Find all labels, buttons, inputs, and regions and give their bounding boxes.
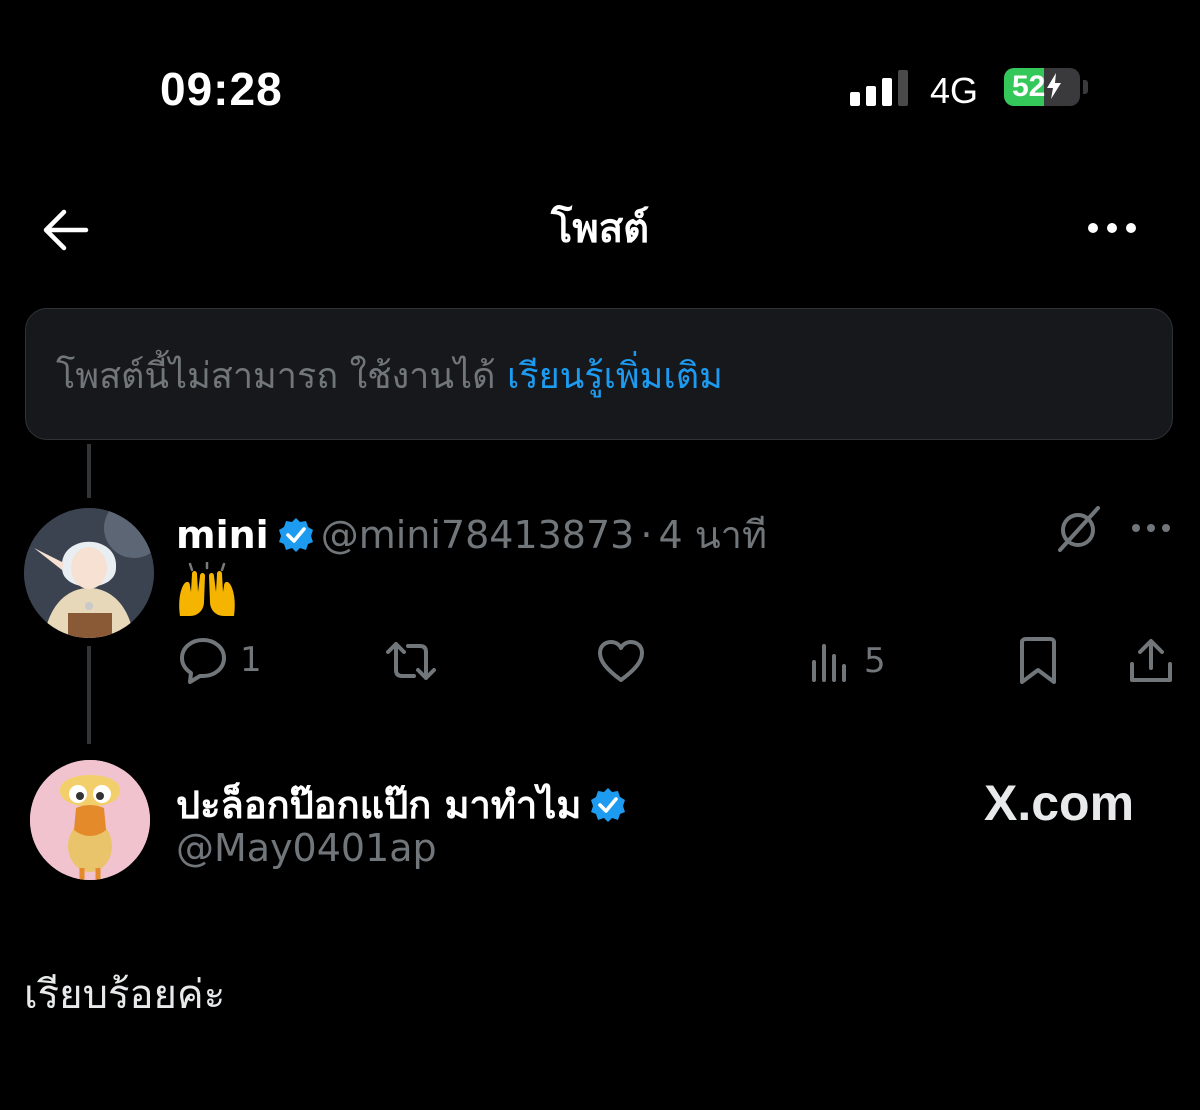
reply-display-name[interactable]: mini bbox=[176, 513, 269, 557]
reply-timestamp[interactable]: 4 นาที bbox=[658, 513, 767, 557]
avatar-image bbox=[30, 760, 150, 880]
back-button[interactable] bbox=[36, 202, 96, 258]
page-title: โพสต์ bbox=[550, 206, 650, 252]
heart-icon bbox=[598, 640, 644, 682]
bookmark-icon bbox=[1020, 637, 1056, 684]
reply-icon bbox=[180, 638, 226, 684]
avatar-may0401ap[interactable] bbox=[30, 760, 150, 880]
reply-action[interactable]: 1 bbox=[178, 636, 262, 684]
analytics-icon bbox=[812, 644, 846, 682]
cellular-signal-icon bbox=[850, 70, 912, 106]
reply-count: 1 bbox=[240, 640, 262, 680]
battery-icon: 52 bbox=[1004, 68, 1080, 106]
thread-line-top bbox=[87, 444, 91, 498]
retweet-action[interactable] bbox=[384, 638, 450, 684]
post-unavailable-notice: โพสต์นี้ไม่สามารถ ใช้งานได้ เรียนรู้เพิ่… bbox=[25, 308, 1173, 440]
status-time: 09:28 bbox=[160, 63, 283, 115]
battery-level: 52 bbox=[1004, 68, 1080, 106]
separator-dot: · bbox=[640, 513, 653, 557]
ellipsis-icon bbox=[1088, 223, 1136, 233]
reply-author-row: mini @mini78413873 · 4 นาที bbox=[176, 504, 767, 565]
main-display-name[interactable]: ปะล็อกป๊อกแป๊ก มาทำไม bbox=[176, 783, 581, 827]
main-tweet-text: เรียบร้อยค่ะ bbox=[24, 972, 226, 1018]
network-type: 4G bbox=[930, 70, 979, 111]
grok-slash-icon bbox=[1058, 506, 1100, 552]
retweet-icon bbox=[386, 642, 436, 680]
like-action[interactable] bbox=[596, 638, 658, 684]
reply-handle[interactable]: @mini78413873 bbox=[321, 513, 635, 557]
main-handle[interactable]: @May0401ap bbox=[176, 826, 437, 870]
avatar-image bbox=[24, 508, 154, 638]
unavailable-message: โพสต์นี้ไม่สามารถ ใช้งานได้ bbox=[56, 356, 496, 397]
verified-badge-icon bbox=[278, 518, 313, 552]
learn-more-link[interactable]: เรียนรู้เพิ่มเติม bbox=[507, 356, 723, 397]
raising-hands-emoji bbox=[176, 560, 238, 618]
reply-more-button[interactable] bbox=[1130, 516, 1172, 540]
grok-button[interactable] bbox=[1054, 504, 1104, 554]
bookmark-action[interactable] bbox=[1016, 636, 1060, 686]
views-action[interactable]: 5 bbox=[808, 638, 886, 684]
verified-badge-icon bbox=[591, 788, 626, 822]
avatar-mini[interactable] bbox=[24, 508, 154, 638]
x-com-watermark: X.com bbox=[984, 775, 1135, 831]
arrow-left-icon bbox=[43, 209, 89, 251]
views-count: 5 bbox=[864, 641, 886, 681]
share-action[interactable] bbox=[1128, 636, 1174, 686]
tweet-detail-screen: 09:28 4G 52 โพสต์ โพสต์นี้ไม่สามารถ ใช้ง… bbox=[0, 0, 1200, 1110]
ellipsis-icon bbox=[1132, 524, 1170, 532]
thread-line-bottom bbox=[87, 646, 91, 744]
battery-nub bbox=[1083, 80, 1088, 94]
share-icon bbox=[1130, 639, 1172, 682]
more-options-button[interactable] bbox=[1084, 208, 1140, 248]
